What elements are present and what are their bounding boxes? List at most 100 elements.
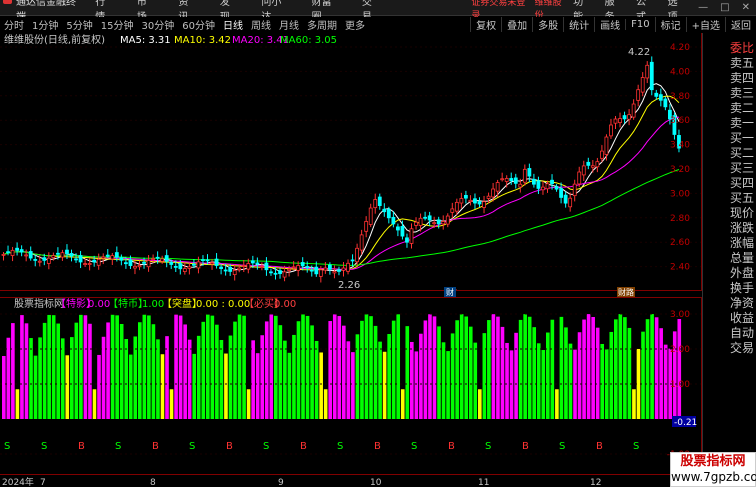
candle-body bbox=[554, 186, 559, 190]
indicator-bar bbox=[274, 315, 278, 419]
candle-body bbox=[142, 261, 146, 264]
indicator-chart[interactable]: 股票指标网 【特影】 0.00 【特币】 1.00 【突盘】 0.00 : 0.… bbox=[0, 297, 702, 472]
candle-body bbox=[282, 271, 287, 278]
candle-body bbox=[191, 263, 196, 266]
tool-duogu[interactable]: 多股 bbox=[532, 17, 563, 32]
signal-marker: S bbox=[189, 441, 195, 452]
candle-body bbox=[69, 253, 74, 257]
tool-tongji[interactable]: 统计 bbox=[563, 17, 594, 32]
maximize-button[interactable]: □ bbox=[714, 2, 735, 13]
candle-body bbox=[454, 201, 459, 212]
indicator-bar bbox=[6, 337, 11, 419]
price-chart[interactable]: 维维股份(日线,前复权) MA5: 3.31 MA10: 3.42 MA20: … bbox=[0, 33, 702, 291]
candle-body bbox=[10, 249, 15, 256]
candle-body bbox=[532, 178, 536, 185]
indicator-bar bbox=[627, 327, 632, 419]
candle-body bbox=[518, 183, 523, 188]
indicator-bar bbox=[183, 324, 187, 419]
candle-body bbox=[509, 178, 514, 182]
watermark-line1: 股票指标网 bbox=[680, 454, 746, 469]
indicator-bar bbox=[378, 341, 382, 419]
candle-body bbox=[128, 259, 133, 266]
period-5min[interactable]: 5分钟 bbox=[62, 17, 96, 32]
price-tick: 2.80 bbox=[670, 214, 690, 224]
indicator-bar bbox=[577, 332, 582, 419]
indicator-bar bbox=[473, 342, 478, 419]
period-30min[interactable]: 30分钟 bbox=[137, 17, 178, 32]
tool-diejia[interactable]: 叠加 bbox=[501, 17, 532, 32]
indicator-bar bbox=[323, 389, 328, 419]
indicator-bar bbox=[20, 315, 24, 419]
indicator-bar bbox=[582, 319, 586, 419]
candle-body bbox=[237, 267, 242, 271]
candle-body bbox=[627, 114, 631, 120]
candle-body bbox=[513, 177, 518, 184]
indicator-bar bbox=[491, 314, 496, 419]
close-button[interactable]: ✕ bbox=[736, 2, 756, 13]
candle-body bbox=[486, 195, 491, 199]
indicator-bar bbox=[423, 320, 428, 419]
indicator-bar bbox=[151, 324, 156, 419]
signal-marker: S bbox=[633, 441, 639, 452]
candle-body bbox=[386, 208, 391, 219]
indicator-bar bbox=[355, 334, 360, 419]
indicator-bar bbox=[42, 322, 47, 419]
indicator-bar bbox=[187, 339, 192, 419]
candle-body bbox=[359, 234, 364, 251]
candle-body bbox=[649, 61, 654, 91]
candle-body bbox=[314, 266, 319, 275]
candle-body bbox=[83, 263, 87, 265]
candle-body bbox=[269, 271, 273, 274]
indicator-bar bbox=[147, 315, 151, 419]
tool-zixuan[interactable]: +自选 bbox=[685, 17, 725, 32]
indicator-bar bbox=[527, 316, 532, 419]
ind-item-2-value: 0.00 : 0.00 bbox=[196, 299, 250, 310]
candle-body bbox=[559, 188, 563, 198]
indicator-bar bbox=[410, 341, 414, 419]
candle-body bbox=[395, 226, 400, 231]
candle-body bbox=[563, 194, 568, 204]
candle-body bbox=[259, 266, 264, 269]
candle-body bbox=[205, 259, 210, 262]
period-daily[interactable]: 日线 bbox=[219, 17, 247, 32]
period-15min[interactable]: 15分钟 bbox=[97, 17, 138, 32]
indicator-bar bbox=[124, 339, 129, 419]
candle-body bbox=[382, 208, 387, 213]
indicator-bar bbox=[595, 327, 600, 419]
signal-marker: S bbox=[337, 441, 343, 452]
period-weekly[interactable]: 周线 bbox=[247, 17, 275, 32]
candle-body bbox=[182, 268, 187, 272]
candle-body bbox=[173, 265, 178, 268]
indicator-bar bbox=[405, 326, 410, 419]
period-more[interactable]: 更多 bbox=[341, 17, 369, 32]
period-monthly[interactable]: 月线 bbox=[275, 17, 303, 32]
candle-body bbox=[613, 118, 618, 124]
indicator-bar bbox=[360, 320, 364, 419]
price-header: 维维股份(日线,前复权) MA5: 3.31 MA10: 3.42 MA20: … bbox=[4, 33, 337, 46]
indicator-bar bbox=[29, 338, 33, 419]
tool-biaoji[interactable]: 标记 bbox=[654, 17, 686, 32]
tool-f10[interactable]: F10 bbox=[625, 19, 654, 30]
period-multi[interactable]: 多周期 bbox=[303, 17, 341, 32]
indicator-bar bbox=[74, 322, 79, 419]
indicator-bar bbox=[432, 316, 437, 419]
ind-tick: 2.00 bbox=[670, 345, 690, 355]
period-fenshi[interactable]: 分时 bbox=[0, 17, 28, 32]
indicator-bar bbox=[115, 315, 119, 419]
candle-body bbox=[151, 258, 156, 260]
indicator-bar bbox=[51, 315, 56, 419]
candle-body bbox=[654, 92, 659, 97]
candle-body bbox=[28, 251, 33, 259]
indicator-bar bbox=[2, 356, 6, 419]
tool-huaxian[interactable]: 画线 bbox=[594, 17, 625, 32]
period-60min[interactable]: 60分钟 bbox=[178, 17, 219, 32]
candle-body bbox=[210, 262, 214, 265]
candle-body bbox=[110, 255, 115, 260]
tool-fuquan[interactable]: 复权 bbox=[470, 17, 501, 32]
sidebar-jiaoyi[interactable]: 交易 bbox=[730, 339, 754, 356]
candle-body bbox=[300, 262, 305, 267]
tool-fanhui[interactable]: 返回 bbox=[725, 17, 756, 32]
period-1min[interactable]: 1分钟 bbox=[28, 17, 62, 32]
watermark-logo: 股票指标网 www.7gpzb.com bbox=[670, 452, 756, 487]
minimize-button[interactable]: — bbox=[692, 2, 714, 13]
